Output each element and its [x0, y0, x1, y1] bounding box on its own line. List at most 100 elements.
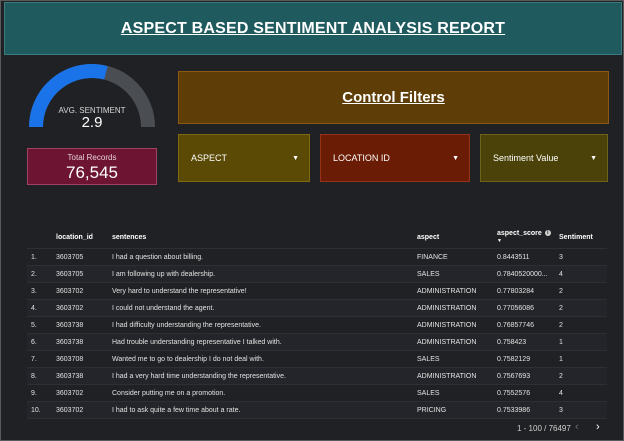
aspect-score-cell: 0.7840520000...: [493, 265, 555, 283]
table-row[interactable]: 3. 3603702 Very hard to understand the rep…: [27, 282, 607, 300]
aspect-dropdown-label: ASPECT: [191, 153, 228, 163]
sentiment-value-dropdown[interactable]: Sentiment Value ▼: [480, 134, 608, 182]
sentiment-cell: 2: [555, 299, 607, 317]
sentence-cell: I had difficulty understanding the repre…: [108, 316, 413, 334]
row-number-cell: 2.: [27, 265, 52, 283]
location-id-dropdown[interactable]: LOCATION ID ▼: [320, 134, 470, 182]
location-id-cell: 3603705: [52, 265, 108, 283]
sentence-cell: Consider putting me on a promotion.: [108, 384, 413, 402]
aspect-cell: PRICING: [413, 401, 493, 419]
aspect-cell: ADMINISTRATION: [413, 333, 493, 351]
table-row[interactable]: 7. 3603708 Wanted me to go to dealership I…: [27, 350, 607, 368]
aspect-cell: ADMINISTRATION: [413, 367, 493, 385]
location-id-cell: 3603738: [52, 316, 108, 334]
location-id-cell: 3603702: [52, 418, 108, 421]
sentiment-cell: 2: [555, 282, 607, 300]
row-number-header: [27, 226, 52, 249]
prev-page-button[interactable]: ‹: [575, 421, 579, 433]
row-number-cell: 8.: [27, 367, 52, 385]
location-id-dropdown-label: LOCATION ID: [333, 153, 390, 163]
aspect-score-cell: 0.7533986: [493, 401, 555, 419]
info-icon[interactable]: i: [544, 230, 551, 237]
sentiment-cell: 1: [555, 333, 607, 351]
sort-desc-icon[interactable]: ▼: [497, 238, 551, 244]
row-number-cell: 1.: [27, 248, 52, 266]
location-id-cell: 3603738: [52, 333, 108, 351]
location-id-cell: 3603708: [52, 350, 108, 368]
pagination-range: 1 - 100 / 76497: [517, 424, 571, 433]
results-table-container[interactable]: location_id sentences aspect aspect_scor…: [27, 226, 607, 421]
table-row[interactable]: 11.3603702Agent was wonderful to work wi…: [27, 418, 607, 421]
aspect-score-cell: 0.758423: [493, 333, 555, 351]
col-header-sentences[interactable]: sentences: [108, 226, 413, 249]
caret-down-icon: ▼: [292, 154, 299, 162]
aspect-cell: SALES: [413, 265, 493, 283]
aspect-cell: SALES: [413, 384, 493, 402]
table-row[interactable]: 2. 3603705 I am following up with dealersh…: [27, 265, 607, 283]
report-header: ASPECT BASED SENTIMENT ANALYSIS REPORT: [4, 2, 622, 55]
sentiment-cell: 2: [555, 367, 607, 385]
caret-down-icon: ▼: [452, 154, 459, 162]
col-header-sentiment[interactable]: Sentiment: [555, 226, 607, 249]
aspect-score-cell: 0.7552576: [493, 384, 555, 402]
sentiment-cell: 2: [555, 316, 607, 334]
aspect-cell: ADMINISTRATION: [413, 299, 493, 317]
total-records-value: 76,545: [66, 163, 118, 182]
location-id-cell: 3603705: [52, 248, 108, 266]
aspect-score-cell: 0.7524279: [493, 418, 555, 421]
aspect-dropdown[interactable]: ASPECT ▼: [178, 134, 310, 182]
row-number-cell: 4.: [27, 299, 52, 317]
aspect-cell: ADMINISTRATION: [413, 316, 493, 334]
table-row[interactable]: 10. 3603702 I had to ask quite a few time …: [27, 401, 607, 419]
location-id-cell: 3603702: [52, 384, 108, 402]
row-number-cell: 11.: [27, 418, 52, 421]
sentence-cell: I had a question about billing.: [108, 248, 413, 266]
control-filters-banner: Control Filters: [178, 71, 609, 124]
aspect-score-cell: 0.77056086: [493, 299, 555, 317]
row-number-cell: 7.: [27, 350, 52, 368]
next-page-button[interactable]: ›: [596, 421, 600, 433]
row-number-cell: 5.: [27, 316, 52, 334]
table-row[interactable]: 1. 3603705 I had a question about billing.…: [27, 248, 607, 266]
sentiment-cell: 3: [555, 248, 607, 266]
row-number-cell: 6.: [27, 333, 52, 351]
aspect-score-cell: 0.77803284: [493, 282, 555, 300]
table-row[interactable]: 9. 3603702 Consider putting me on a promot…: [27, 384, 607, 402]
total-records-label: Total Records: [67, 153, 117, 162]
aspect-score-cell: 0.8443511: [493, 248, 555, 266]
sentiment-cell: 1: [555, 350, 607, 368]
col-header-location-id[interactable]: location_id: [52, 226, 108, 249]
sentence-cell: Wanted me to go to dealership I do not d…: [108, 350, 413, 368]
col-header-aspect-score[interactable]: aspect_score i ▼: [493, 226, 555, 249]
col-header-aspect[interactable]: aspect: [413, 226, 493, 249]
row-number-cell: 3.: [27, 282, 52, 300]
location-id-cell: 3603702: [52, 401, 108, 419]
location-id-cell: 3603702: [52, 299, 108, 317]
aspect-cell: FINANCE: [413, 248, 493, 266]
report-title: ASPECT BASED SENTIMENT ANALYSIS REPORT: [120, 19, 506, 37]
aspect-score-cell: 0.7582129: [493, 350, 555, 368]
sentence-cell: Very hard to understand the representati…: [108, 282, 413, 300]
gauge-value: 2.9: [81, 114, 103, 131]
sentence-cell: I am following up with dealership.: [108, 265, 413, 283]
sentence-cell: I had a very hard time understanding the…: [108, 367, 413, 385]
caret-down-icon: ▼: [590, 154, 597, 162]
sentence-cell: I could not understand the agent.: [108, 299, 413, 317]
total-records-card: Total Records 76,545: [27, 148, 157, 185]
location-id-cell: 3603738: [52, 367, 108, 385]
sentence-cell: Agent was wonderful to work with.: [108, 418, 413, 421]
aspect-cell: SALES: [413, 350, 493, 368]
row-number-cell: 10.: [27, 401, 52, 419]
sentence-cell: I had to ask quite a few time about a ra…: [108, 401, 413, 419]
sentence-cell: Had trouble understanding representative…: [108, 333, 413, 351]
sentiment-cell: 4: [555, 265, 607, 283]
table-row[interactable]: 6. 3603738 Had trouble understanding repre…: [27, 333, 607, 351]
table-header-row: location_id sentences aspect aspect_scor…: [27, 226, 607, 249]
table-row[interactable]: 4. 3603702 I could not understand the agen…: [27, 299, 607, 317]
control-filters-title: Control Filters: [342, 89, 445, 106]
table-row[interactable]: 8. 3603738 I had a very hard time understa…: [27, 367, 607, 385]
aspect-score-cell: 0.7567693: [493, 367, 555, 385]
location-id-cell: 3603702: [52, 282, 108, 300]
table-row[interactable]: 5. 3603738 I had difficulty understanding …: [27, 316, 607, 334]
sentiment-cell: 4: [555, 384, 607, 402]
